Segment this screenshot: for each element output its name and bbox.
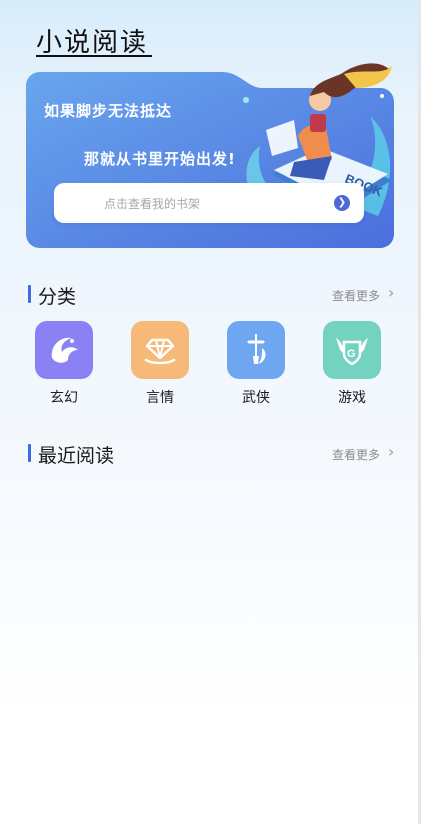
categories-more-link[interactable]: 查看更多 [332, 287, 380, 304]
category-label: 游戏 [338, 390, 366, 406]
section-title-categories: 分类 [38, 286, 77, 308]
category-label: 玄幻 [50, 390, 78, 406]
bookshelf-button-label: 点击查看我的书架 [104, 197, 201, 211]
section-title-recent: 最近阅读 [38, 445, 115, 467]
chevron-right-icon[interactable]: › [388, 442, 394, 461]
chevron-right-icon[interactable]: › [388, 283, 394, 302]
bookshelf-button[interactable]: 点击查看我的书架 ❯ [54, 183, 364, 223]
game-badge-icon: G [323, 321, 381, 379]
category-yanqing[interactable]: 言情 [130, 321, 190, 407]
category-youxi[interactable]: G 游戏 [322, 321, 382, 407]
banner-subheadline: 那就从书里开始出发! [84, 150, 236, 168]
recent-more-link[interactable]: 查看更多 [332, 446, 380, 463]
title-underline [36, 55, 152, 57]
category-label: 武侠 [242, 390, 270, 406]
section-accent-bar [28, 444, 31, 462]
app-title: 小说阅读 [36, 28, 149, 58]
sword-icon [227, 321, 285, 379]
category-label: 言情 [146, 390, 174, 406]
svg-text:G: G [347, 348, 356, 360]
section-accent-bar [28, 285, 31, 303]
arrow-right-icon: ❯ [334, 195, 350, 211]
phoenix-icon [35, 321, 93, 379]
category-xuanhuan[interactable]: 玄幻 [34, 321, 94, 407]
banner-headline: 如果脚步无法抵达 [44, 102, 173, 120]
category-wuxia[interactable]: 武侠 [226, 321, 286, 407]
diamond-ring-icon [131, 321, 189, 379]
hero-banner: 如果脚步无法抵达 那就从书里开始出发! BOOK 点击查看我的书架 ❯ [26, 63, 394, 248]
